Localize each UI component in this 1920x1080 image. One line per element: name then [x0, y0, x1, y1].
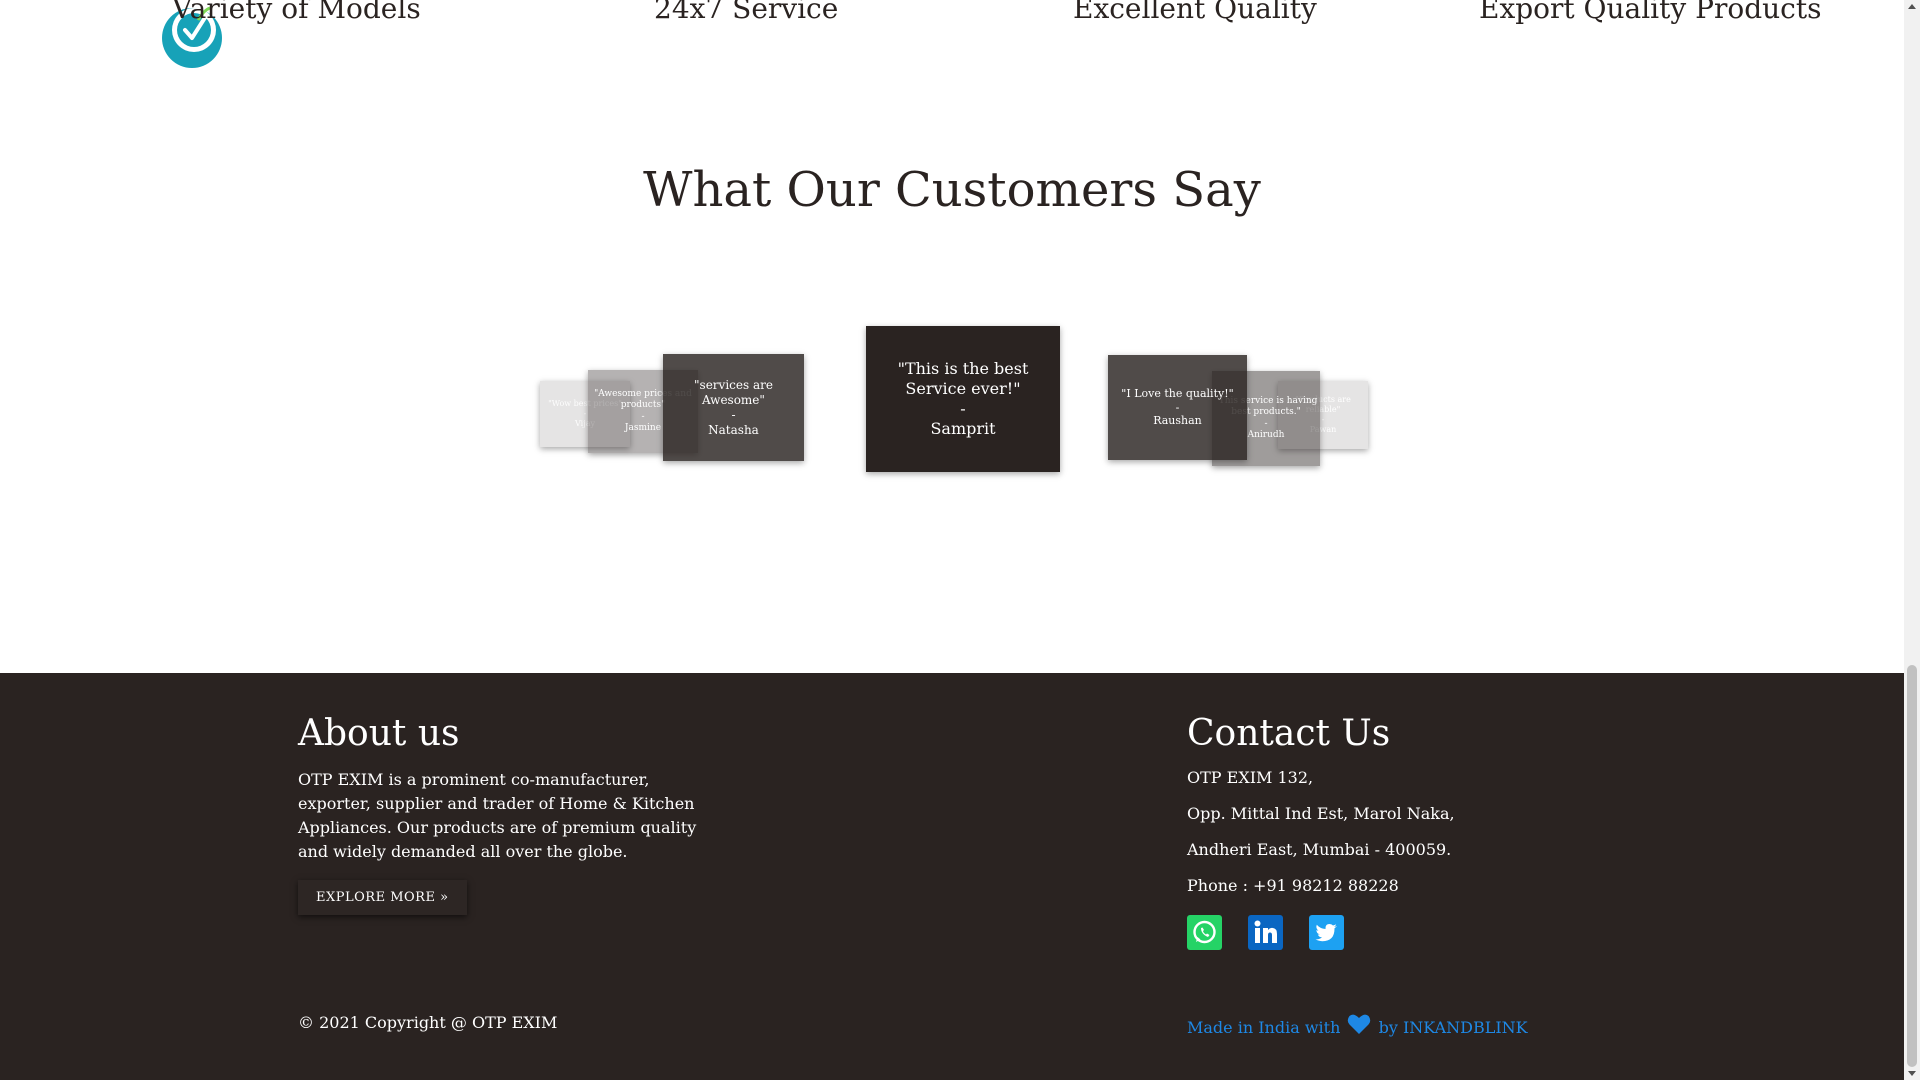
twitter-icon[interactable] — [1309, 915, 1344, 950]
features-strip: Variety of Models 24x7 Service Excellent… — [0, 0, 1904, 120]
copyright-text: © 2021 Copyright @ OTP EXIM — [298, 1013, 558, 1032]
social-links — [1187, 915, 1647, 950]
explore-more-button[interactable]: EXPLORE MORE » — [298, 880, 467, 915]
testimonial-author: Raushan — [1153, 414, 1202, 428]
testimonial-separator: - — [641, 411, 645, 422]
feature-excellent-quality: Excellent Quality — [1073, 0, 1317, 25]
testimonial-separator: - — [960, 399, 966, 418]
testimonial-card[interactable]: "services are Awesome" - Natasha — [663, 354, 804, 461]
feature-export-quality-products: Export Quality Products — [1479, 0, 1822, 25]
testimonial-author: Anirudh — [1247, 429, 1285, 440]
testimonial-quote: "services are Awesome" — [694, 377, 773, 407]
contact-section: Contact Us OTP EXIM 132, Opp. Mittal Ind… — [1187, 713, 1647, 950]
feature-24x7-service: 24x7 Service — [654, 0, 839, 25]
contact-heading: Contact Us — [1187, 713, 1391, 754]
testimonial-author: Samprit — [930, 419, 996, 438]
inkandblink-link[interactable]: by INKANDBLINK — [1379, 1018, 1528, 1037]
testimonial-separator: - — [583, 409, 587, 418]
about-heading: About us — [298, 713, 460, 754]
testimonial-card[interactable]: "I Love the quality!" - Raushan — [1108, 355, 1247, 460]
about-text: OTP EXIM is a prominent co-manufacturer,… — [298, 770, 697, 861]
made-prefix: Made in India with — [1187, 1018, 1341, 1037]
linkedin-icon[interactable] — [1248, 915, 1283, 950]
feature-variety-of-models: Variety of Models — [172, 0, 421, 25]
contact-address-line-3: Andheri East, Mumbai - 400059. — [1187, 840, 1452, 859]
testimonial-quote: "This is the best Service ever!" — [897, 359, 1029, 398]
about-section: About us OTP EXIM is a prominent co-manu… — [298, 713, 718, 915]
page-scrollbar[interactable] — [1904, 0, 1920, 1080]
testimonials-heading: What Our Customers Say — [643, 162, 1261, 218]
contact-phone: Phone : +91 98212 88228 — [1187, 876, 1399, 895]
testimonial-card-active[interactable]: "This is the best Service ever!" - Sampr… — [866, 326, 1060, 472]
scroll-down-arrow-icon[interactable] — [1908, 1071, 1916, 1076]
testimonial-separator: - — [1264, 418, 1268, 429]
testimonial-separator: - — [1321, 415, 1325, 424]
testimonial-separator: - — [731, 407, 736, 422]
testimonial-separator: - — [1175, 400, 1180, 414]
site-footer: About us OTP EXIM is a prominent co-manu… — [0, 673, 1904, 1080]
scrollbar-thumb[interactable] — [1907, 665, 1917, 1067]
made-in-india-credit: Made in India with by INKANDBLINK — [1187, 1013, 1528, 1037]
testimonial-carousel[interactable]: "Wow best prices" - Vijay "Awesome price… — [0, 300, 1904, 500]
contact-address-line-2: Opp. Mittal Ind Est, Marol Naka, — [1187, 804, 1455, 823]
testimonial-author: Jasmine — [624, 422, 662, 433]
scroll-up-arrow-icon[interactable] — [1908, 4, 1916, 9]
testimonial-quote: "I Love the quality!" — [1121, 386, 1234, 400]
whatsapp-icon[interactable] — [1187, 915, 1222, 950]
contact-address-line-1: OTP EXIM 132, — [1187, 768, 1314, 787]
testimonial-author: Natasha — [708, 422, 759, 437]
heart-icon — [1348, 1014, 1371, 1034]
